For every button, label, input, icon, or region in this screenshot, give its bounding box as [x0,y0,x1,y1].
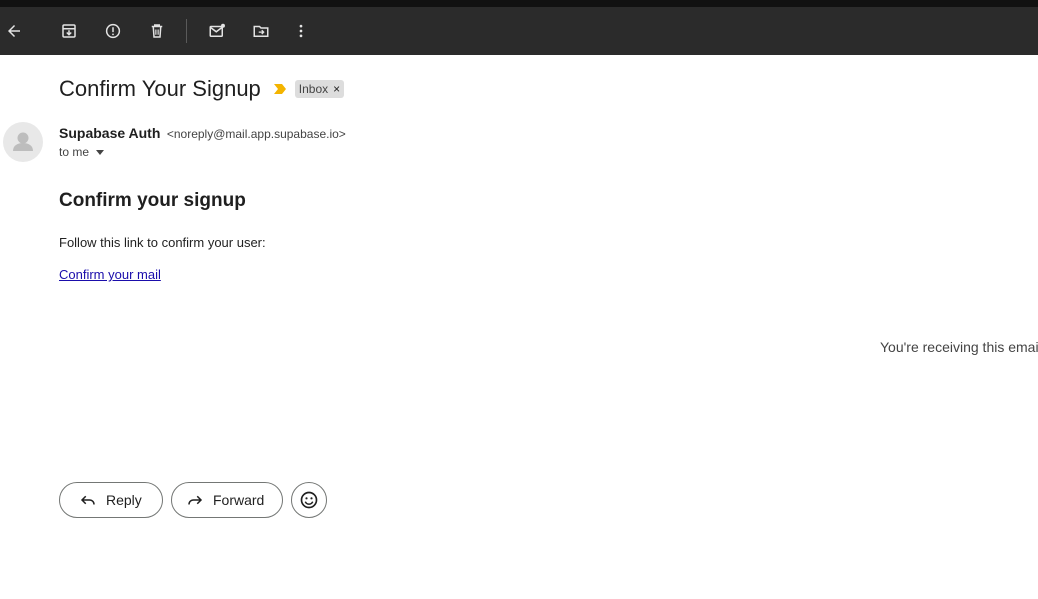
reply-label: Reply [106,492,142,508]
sender-email: <noreply@mail.app.supabase.io> [166,127,346,141]
more-options-icon[interactable] [289,19,313,43]
remove-label-icon[interactable]: × [333,82,340,96]
body-heading: Confirm your signup [59,190,246,211]
label-chip-text: Inbox [298,82,329,96]
recipient-dropdown[interactable]: to me [59,145,105,159]
body-text: Follow this link to confirm your user: [59,235,266,250]
default-avatar-icon [13,132,33,151]
back-arrow-icon[interactable] [2,19,26,43]
report-spam-icon[interactable] [101,19,125,43]
recipient-label: to me [59,145,90,159]
footer-note: You're receiving this emai [880,339,1038,355]
avatar [3,122,43,162]
move-to-icon[interactable] [249,19,273,43]
sender-row: Supabase Auth <noreply@mail.app.supabase… [59,125,346,143]
chevron-down-icon [96,149,105,155]
sender-name: Supabase Auth [59,125,161,141]
mail-toolbar [0,7,1038,55]
emoji-reaction-button[interactable] [291,482,327,518]
smiley-icon [300,491,318,509]
mark-unread-icon[interactable] [205,19,229,43]
important-marker-icon[interactable] [273,83,287,95]
reply-button[interactable]: Reply [59,482,163,518]
toolbar-divider [186,19,187,43]
top-strip [0,0,1038,7]
reply-icon [80,495,95,505]
forward-button[interactable]: Forward [171,482,283,518]
delete-icon[interactable] [145,19,169,43]
confirm-mail-link[interactable]: Confirm your mail [59,267,161,282]
label-chip-inbox: Inbox × [294,80,345,98]
email-subject: Confirm Your Signup [59,76,261,101]
forward-icon [188,495,203,505]
archive-icon[interactable] [57,19,81,43]
subject-row: Confirm Your Signup Inbox × [59,76,345,102]
forward-label: Forward [213,492,265,508]
